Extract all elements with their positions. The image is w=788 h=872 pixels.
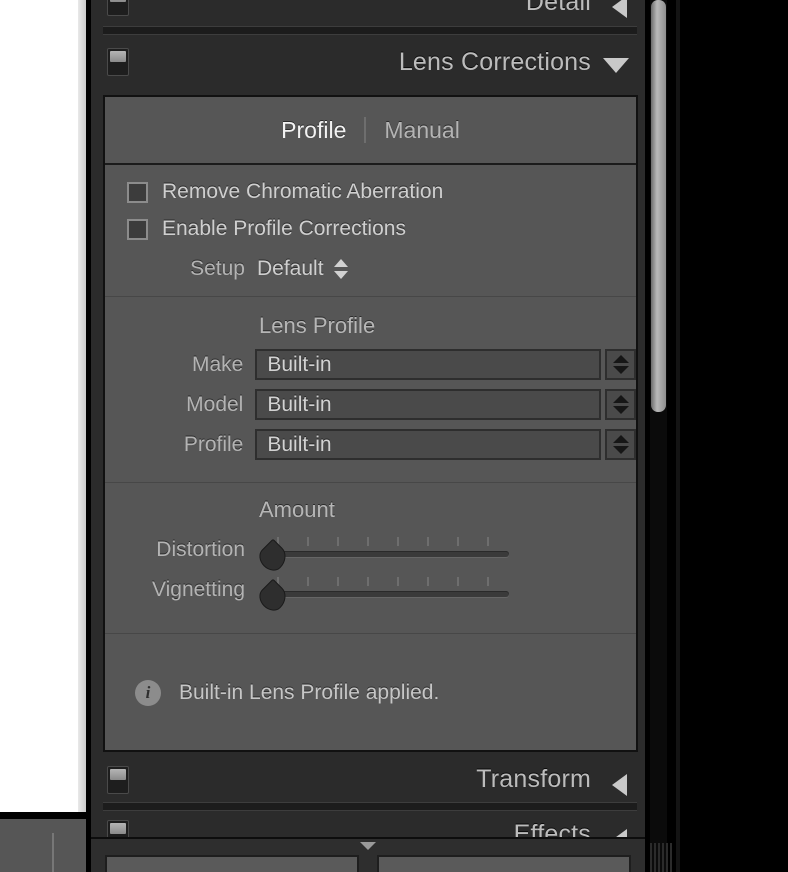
amount-section: Amount Distortion Vignetting bbox=[105, 483, 636, 634]
label-model: Model bbox=[186, 392, 244, 416]
dropdown-model-value: Built-in bbox=[267, 392, 332, 416]
tab-profile[interactable]: Profile bbox=[263, 117, 364, 144]
lens-profile-row-make: Make Built-in bbox=[105, 349, 636, 380]
panel-bottom-bar bbox=[91, 837, 645, 872]
label-vignetting: Vignetting bbox=[151, 578, 245, 601]
panel-switch-lens-corrections[interactable] bbox=[107, 48, 129, 76]
lens-profile-row-profile: Profile Built-in bbox=[105, 429, 636, 460]
setup-value[interactable]: Default bbox=[257, 257, 324, 281]
triangle-down-icon-collapse[interactable] bbox=[360, 842, 376, 850]
slider-track-distortion[interactable] bbox=[265, 551, 509, 557]
right-toolbar-button[interactable] bbox=[377, 855, 631, 872]
stepper-model[interactable] bbox=[605, 389, 636, 420]
panel-switch-detail[interactable] bbox=[107, 0, 129, 16]
module-title-detail: Detail bbox=[525, 0, 591, 16]
slider-vignetting[interactable] bbox=[254, 573, 517, 616]
checkbox-enable-profile-corrections[interactable] bbox=[127, 218, 148, 240]
window-resize-grip[interactable] bbox=[650, 843, 672, 872]
module-title-transform: Transform bbox=[476, 765, 591, 793]
slider-ticks-vignetting bbox=[257, 577, 517, 586]
lens-corrections-tabs: Profile Manual bbox=[105, 97, 636, 165]
panel-scrollbar-thumb[interactable] bbox=[651, 0, 666, 412]
slider-track-vignetting[interactable] bbox=[265, 591, 509, 597]
checkbox-row-enable-profile-corrections[interactable]: Enable Profile Corrections bbox=[127, 217, 406, 241]
module-title-lens-corrections: Lens Corrections bbox=[398, 48, 591, 76]
label-enable-profile-corrections: Enable Profile Corrections bbox=[162, 217, 406, 240]
profile-applied-text: Built-in Lens Profile applied. bbox=[179, 681, 440, 704]
checkbox-row-remove-chromatic-aberration[interactable]: Remove Chromatic Aberration bbox=[127, 180, 443, 204]
dropdown-make[interactable]: Built-in bbox=[255, 349, 602, 380]
panel-switch-transform[interactable] bbox=[107, 766, 129, 794]
label-distortion: Distortion bbox=[156, 538, 245, 561]
dropdown-model[interactable]: Built-in bbox=[255, 389, 602, 420]
dropdown-profile[interactable]: Built-in bbox=[255, 429, 602, 460]
label-profile: Profile bbox=[183, 432, 244, 456]
lens-corrections-body: Profile Manual Remove Chromatic Aberrati… bbox=[103, 95, 638, 752]
lens-profile-section: Lens Profile Make Built-in Model Built-i… bbox=[105, 297, 636, 483]
info-icon: i bbox=[135, 680, 161, 706]
message-section: i Built-in Lens Profile applied. bbox=[105, 634, 636, 759]
module-header-lens-corrections[interactable]: Lens Corrections bbox=[91, 36, 645, 89]
profile-applied-message: i Built-in Lens Profile applied. bbox=[135, 680, 439, 706]
lens-profile-title: Lens Profile bbox=[259, 313, 376, 338]
module-header-detail[interactable]: Detail bbox=[91, 0, 645, 36]
dropdown-profile-value: Built-in bbox=[267, 432, 332, 456]
triangle-left-icon-transform[interactable] bbox=[612, 774, 627, 796]
stepper-make[interactable] bbox=[605, 349, 636, 380]
desktop-left-toolbar bbox=[0, 816, 86, 872]
slider-distortion[interactable] bbox=[254, 533, 517, 576]
label-make: Make bbox=[192, 352, 244, 376]
window-right-edge bbox=[676, 0, 680, 872]
dropdown-make-value: Built-in bbox=[267, 352, 332, 376]
triangle-left-icon-detail[interactable] bbox=[612, 0, 627, 18]
slider-ticks-distortion bbox=[257, 537, 517, 546]
screen: hCardF avatars ots&Appl ions umbs.d Deta… bbox=[0, 0, 788, 872]
left-toolbar-button[interactable] bbox=[105, 855, 359, 872]
setup-row: Setup Default bbox=[105, 257, 636, 281]
stepper-profile[interactable] bbox=[605, 429, 636, 460]
desktop-left-window bbox=[0, 0, 86, 812]
setup-label: Setup bbox=[190, 257, 245, 280]
checkbox-remove-chromatic-aberration[interactable] bbox=[127, 181, 148, 203]
lens-profile-row-model: Model Built-in bbox=[105, 389, 636, 420]
slider-row-distortion: Distortion bbox=[105, 533, 636, 576]
slider-row-vignetting: Vignetting bbox=[105, 573, 636, 616]
amount-title: Amount bbox=[259, 497, 335, 522]
triangle-down-icon-lens-corrections[interactable] bbox=[603, 58, 629, 73]
desktop-left-window-edge bbox=[78, 0, 86, 812]
profile-options-section: Remove Chromatic Aberration Enable Profi… bbox=[105, 165, 636, 297]
module-divider bbox=[103, 26, 637, 35]
module-header-transform[interactable]: Transform bbox=[91, 752, 645, 811]
label-remove-chromatic-aberration: Remove Chromatic Aberration bbox=[162, 180, 444, 203]
tab-manual[interactable]: Manual bbox=[366, 117, 477, 144]
up-down-arrows-icon-setup[interactable] bbox=[333, 258, 348, 280]
